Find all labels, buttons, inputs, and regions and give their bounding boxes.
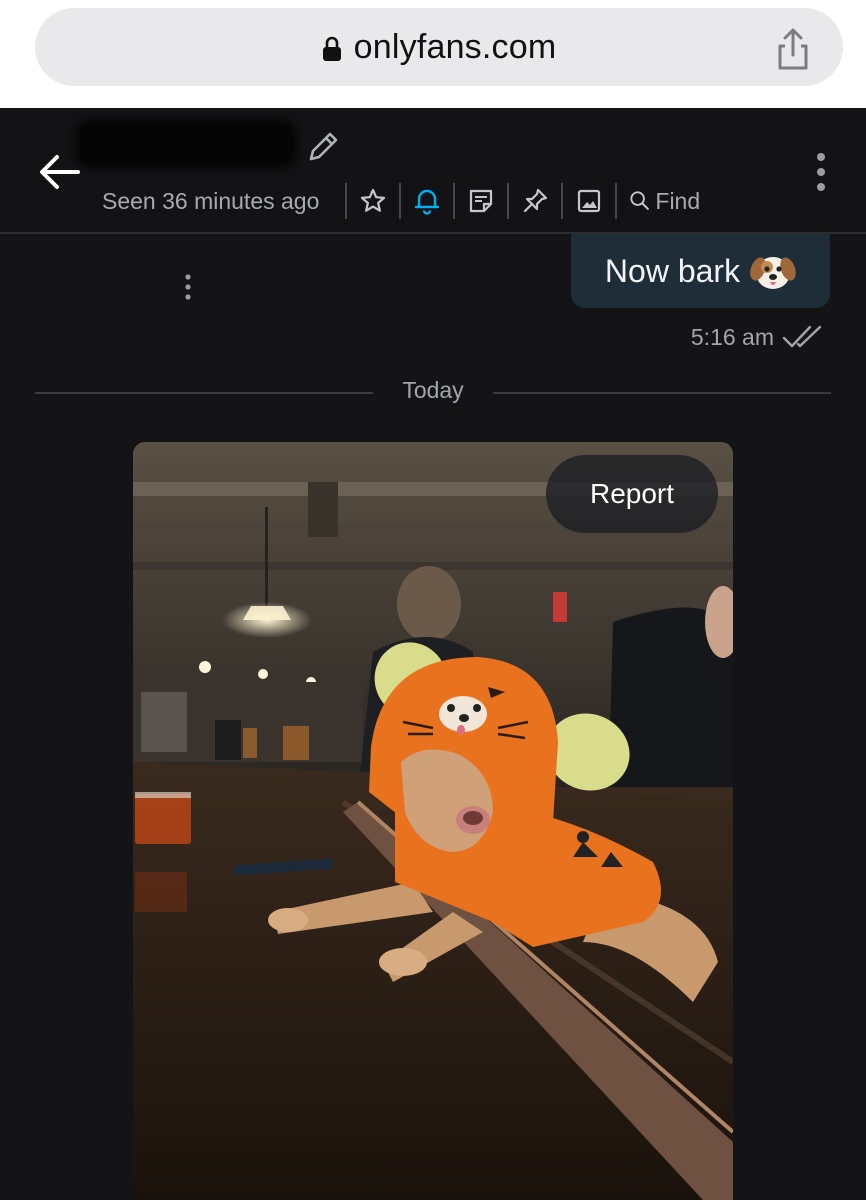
toolbar-divider [345,183,348,219]
chat-toolbar: Seen 36 minutes ago Find [102,182,700,220]
date-divider: Today [35,376,831,408]
browser-bar: onlyfans.com [0,0,866,108]
report-button[interactable]: Report [546,455,718,533]
back-arrow-icon[interactable] [38,152,80,192]
outgoing-message-bubble[interactable]: Now bark [571,234,830,308]
contact-name-redacted [80,124,292,164]
lock-icon [322,36,341,61]
divider-line [493,392,831,394]
address-bar[interactable]: onlyfans.com [35,8,843,86]
seen-status: Seen 36 minutes ago [102,187,320,214]
star-icon[interactable] [359,187,387,215]
bar-dog-photo [133,442,733,1200]
toolbar-divider [399,183,402,219]
pencil-icon[interactable] [306,130,340,164]
search-icon [630,191,650,210]
share-icon[interactable] [775,27,811,71]
note-icon[interactable] [467,187,495,215]
chat-header: Seen 36 minutes ago Find [0,108,866,234]
image-icon[interactable] [575,187,603,215]
toolbar-divider [615,183,618,219]
photo-message[interactable] [133,442,733,1200]
toolbar-divider [453,183,456,219]
more-vertical-icon[interactable] [816,152,826,192]
message-text: Now bark [604,252,741,289]
pin-icon[interactable] [521,187,549,215]
message-options-icon[interactable] [183,274,193,300]
dog-face-icon [750,257,796,289]
toolbar-divider [561,183,564,219]
find-button[interactable]: Find [629,188,700,215]
message-meta: 5:16 am [691,322,824,352]
toolbar-divider [507,183,510,219]
find-label: Find [655,187,701,214]
double-check-icon [782,325,822,348]
url-text: onlyfans.com [353,27,557,66]
date-label: Today [402,377,464,403]
message-time: 5:16 am [690,323,774,350]
bell-icon[interactable] [413,187,441,215]
